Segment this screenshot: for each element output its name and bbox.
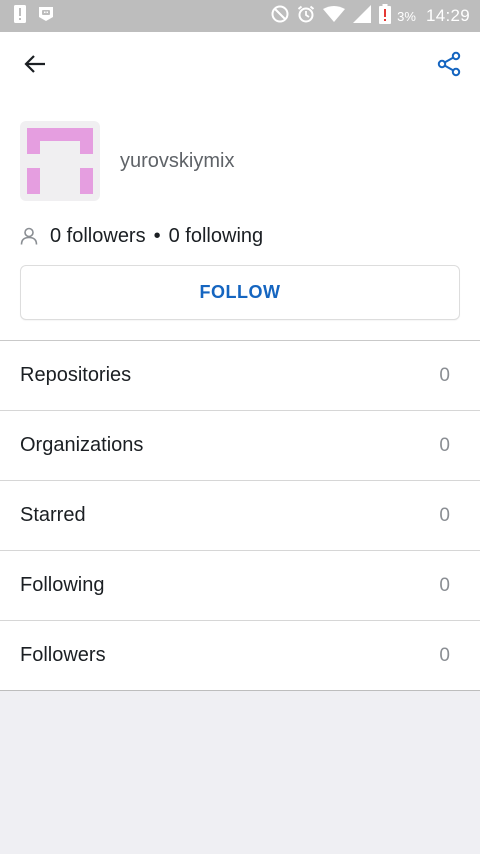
app-notification-icon bbox=[38, 6, 54, 27]
menu-item-label: Repositories bbox=[20, 364, 132, 386]
sim-alert-icon bbox=[14, 4, 26, 28]
followers-count-link[interactable]: 0 followers bbox=[50, 225, 146, 248]
back-button[interactable] bbox=[20, 52, 50, 80]
avatar bbox=[20, 121, 100, 201]
profile-header: yurovskiymix bbox=[20, 121, 234, 201]
menu-item-count: 0 bbox=[439, 364, 450, 386]
share-icon bbox=[436, 51, 462, 82]
menu-item-label: Organizations bbox=[20, 434, 144, 456]
follow-button[interactable]: FOLLOW bbox=[20, 265, 460, 320]
username: yurovskiymix bbox=[120, 149, 235, 172]
avatar-pattern bbox=[27, 168, 40, 194]
alarm-icon bbox=[297, 5, 315, 28]
empty-background bbox=[0, 691, 480, 854]
battery-percent: 3% bbox=[397, 8, 416, 24]
menu-item-label: Starred bbox=[20, 504, 86, 526]
share-button[interactable] bbox=[434, 51, 464, 81]
menu-item-followers[interactable]: Followers 0 bbox=[0, 621, 480, 691]
menu-item-count: 0 bbox=[439, 644, 450, 666]
menu-item-starred[interactable]: Starred 0 bbox=[0, 481, 480, 551]
person-icon bbox=[20, 227, 38, 245]
wifi-icon bbox=[323, 5, 346, 27]
clock: 14:29 bbox=[425, 6, 470, 25]
follow-stats: 0 followers • 0 following bbox=[20, 224, 263, 248]
signal-icon bbox=[353, 4, 372, 28]
menu-item-count: 0 bbox=[439, 504, 450, 526]
menu-item-organizations[interactable]: Organizations 0 bbox=[0, 411, 480, 481]
profile-menu-list: Repositories 0 Organizations 0 Starred 0… bbox=[0, 340, 480, 691]
stats-separator: • bbox=[153, 224, 161, 247]
avatar-pattern bbox=[80, 168, 93, 194]
status-right-icons: 3% 14:29 bbox=[263, 3, 470, 29]
do-not-disturb-icon bbox=[271, 5, 289, 28]
menu-item-count: 0 bbox=[439, 434, 450, 456]
menu-item-label: Following bbox=[20, 574, 105, 596]
menu-item-following[interactable]: Following 0 bbox=[0, 551, 480, 621]
status-left-icons bbox=[14, 4, 66, 28]
app-bar bbox=[0, 32, 480, 100]
arrow-left-icon bbox=[23, 54, 47, 79]
menu-item-count: 0 bbox=[439, 574, 450, 596]
battery-alert-icon bbox=[379, 3, 392, 29]
avatar-background bbox=[40, 141, 80, 194]
status-bar: 3% 14:29 bbox=[0, 0, 480, 32]
following-count-link[interactable]: 0 following bbox=[169, 225, 264, 248]
menu-item-label: Followers bbox=[20, 644, 106, 666]
menu-item-repositories[interactable]: Repositories 0 bbox=[0, 341, 480, 411]
